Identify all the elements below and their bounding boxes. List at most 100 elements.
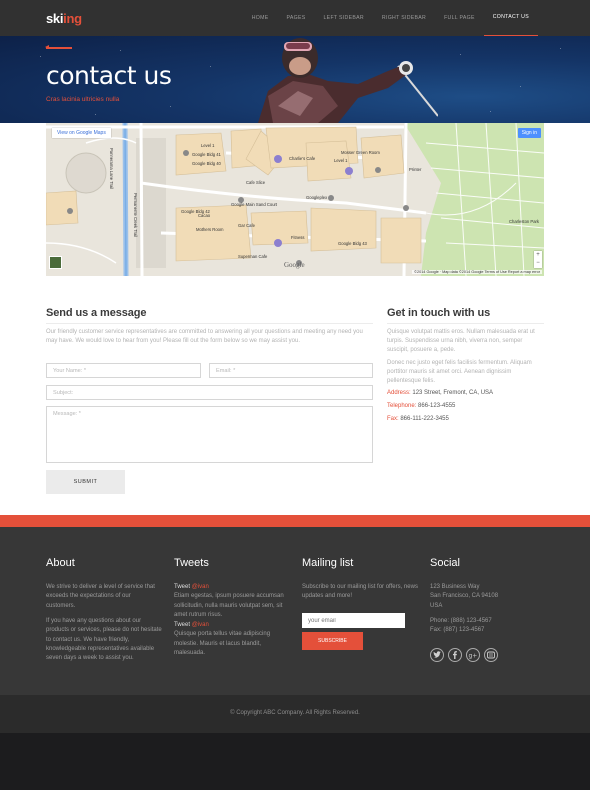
phone-row: Telephone: 866-123-4555: [387, 403, 455, 409]
fax-row: Fax: 866-111-222-3455: [387, 416, 449, 422]
touch-paragraph-1: Quisque volutpat mattis eros. Nullam mal…: [387, 329, 535, 354]
hero-banner: contact us Cras lacinia ultricies nulla: [0, 36, 590, 123]
map-attribution[interactable]: ©2014 Google · Map data ©2014 Google Ter…: [412, 270, 542, 274]
map-label: Level 1: [334, 158, 348, 163]
nav-full-page[interactable]: FULL PAGE: [435, 0, 484, 36]
map-label: Mothers Room: [196, 227, 224, 232]
mailing-title: Mailing list: [302, 557, 354, 569]
page-title: contact us: [46, 61, 172, 90]
map-label: Google Main Sand Court: [231, 202, 278, 207]
map-label: Gar Cafe: [238, 223, 255, 228]
satellite-toggle[interactable]: [49, 256, 62, 269]
view-on-google-maps-link[interactable]: View on Google Maps: [52, 128, 111, 138]
page-bottom-background: [0, 733, 590, 790]
address-line-1: 123 Business Way: [430, 584, 480, 590]
map-label: Cacao: [198, 213, 211, 218]
page: skiing HOME PAGES LEFT SIDEBAR RIGHT SID…: [0, 0, 590, 790]
fax-value: 866-111-222-3455: [400, 416, 449, 422]
zoom-out-button[interactable]: −: [534, 259, 542, 267]
social-title: Social: [430, 557, 460, 569]
nav-pages[interactable]: PAGES: [278, 0, 315, 36]
footer-fax: Fax: (887) 123-4567: [430, 627, 485, 634]
map-label: Charlie's Cafe: [289, 156, 316, 161]
touch-title-divider: [387, 323, 544, 324]
top-navbar: skiing HOME PAGES LEFT SIDEBAR RIGHT SID…: [0, 0, 590, 36]
map-canvas: [46, 123, 544, 276]
address-line-2: San Francisco, CA 94108: [430, 593, 499, 600]
tweet-text: Quisque porta tellus vitae adipiscing mo…: [174, 631, 271, 656]
map-label: Superman Cafe: [238, 254, 268, 259]
logo-text-red: ing: [63, 11, 82, 26]
message-textarea[interactable]: [46, 406, 373, 463]
about-text-2: If you have any questions about our prod…: [46, 618, 162, 662]
google-plus-icon[interactable]: g+: [466, 648, 480, 662]
google-map[interactable]: Level 1 Charlie's Cafe Level 1 Google Bl…: [46, 123, 544, 276]
social-address: 123 Business Way San Francisco, CA 94108…: [430, 583, 542, 611]
map-label: Fitness: [291, 235, 305, 240]
hero-accent-arrow: [45, 45, 72, 49]
skier-image: [258, 38, 438, 123]
map-label: Google Bldg 40: [192, 161, 221, 166]
zoom-in-button[interactable]: +: [534, 251, 542, 259]
tweet-word: Tweet: [174, 584, 191, 590]
footer-accent-strip: [0, 515, 590, 527]
about-title: About: [46, 557, 75, 569]
nav-contact-us[interactable]: CONTACT US: [483, 0, 538, 36]
subject-input[interactable]: [46, 385, 373, 400]
map-label: Permanente Creek Trail: [133, 193, 138, 238]
tweet-2: Tweet @ivan Quisque porta tellus vitae a…: [174, 621, 286, 658]
submit-button[interactable]: SUBMIT: [46, 470, 125, 494]
copyright-text: © Copyright ABC Company. All Rights Rese…: [230, 710, 360, 716]
map-label: Charleston Park: [509, 219, 540, 224]
google-logo: Google: [284, 261, 305, 269]
email-input[interactable]: [209, 363, 373, 378]
map-sign-in-button[interactable]: Sign in: [517, 128, 541, 138]
map-label: Cafe Slice: [246, 180, 266, 185]
main-nav: HOME PAGES LEFT SIDEBAR RIGHT SIDEBAR FU…: [243, 0, 538, 36]
address-label: Address:: [387, 390, 411, 396]
map-label: Google Bldg 43: [338, 241, 367, 246]
skype-icon[interactable]: [484, 648, 498, 662]
twitter-icon[interactable]: [430, 648, 444, 662]
footer: About We strive to deliver a level of se…: [0, 527, 590, 695]
footer-phone: Phone: (888) 123-4567: [430, 618, 492, 624]
about-text-1: We strive to deliver a level of service …: [46, 584, 155, 609]
name-input[interactable]: [46, 363, 201, 378]
touch-paragraph-2: Donec nec justo eget felis facilisis fer…: [387, 360, 532, 385]
map-zoom-control[interactable]: + −: [534, 251, 542, 268]
nav-home[interactable]: HOME: [243, 0, 278, 36]
form-intro: Our friendly customer service representa…: [46, 329, 363, 345]
tweet-handle[interactable]: @ivan: [192, 584, 209, 590]
phone-label: Telephone:: [387, 403, 417, 409]
tweet-1: Tweet @ivan Etiam egestas, ipsum posuere…: [174, 583, 286, 620]
social-contact: Phone: (888) 123-4567 Fax: (887) 123-456…: [430, 617, 542, 636]
tweet-text: Etiam egestas, ipsum posuere accumsan so…: [174, 593, 284, 618]
tweet-handle[interactable]: @ivan: [192, 622, 209, 628]
newsletter-email-input[interactable]: [302, 613, 405, 628]
svg-text:g+: g+: [469, 653, 478, 660]
map-label: Level 1: [201, 143, 215, 148]
tweets-title: Tweets: [174, 557, 209, 569]
logo-text-white: ski: [46, 11, 64, 26]
nav-left-sidebar[interactable]: LEFT SIDEBAR: [315, 0, 373, 36]
subscribe-button[interactable]: SUBSCRIBE: [302, 632, 363, 650]
facebook-icon[interactable]: [448, 648, 462, 662]
fax-label: Fax:: [387, 416, 399, 422]
phone-value: 866-123-4555: [418, 403, 456, 409]
tweet-word: Tweet: [174, 622, 191, 628]
touch-title: Get in touch with us: [387, 307, 491, 319]
page-subtitle: Cras lacinia ultricies nulla: [46, 96, 120, 103]
address-line-3: USA: [430, 602, 443, 609]
map-label: Googleplex: [306, 195, 328, 200]
address-row: Address: 123 Street, Fremont, CA, USA: [387, 390, 493, 396]
copyright-bar: © Copyright ABC Company. All Rights Rese…: [0, 695, 590, 733]
map-label: Printer: [409, 167, 422, 172]
nav-right-sidebar[interactable]: RIGHT SIDEBAR: [373, 0, 435, 36]
form-title: Send us a message: [46, 307, 147, 319]
site-logo[interactable]: skiing: [46, 11, 82, 26]
map-label: Pannerama Lane Trail: [109, 148, 114, 190]
map-label: Google Bldg 41: [192, 152, 221, 157]
address-value: 123 Street, Fremont, CA, USA: [412, 390, 494, 396]
map-label: Mosser Green Room: [341, 150, 380, 155]
form-title-divider: [46, 323, 373, 324]
